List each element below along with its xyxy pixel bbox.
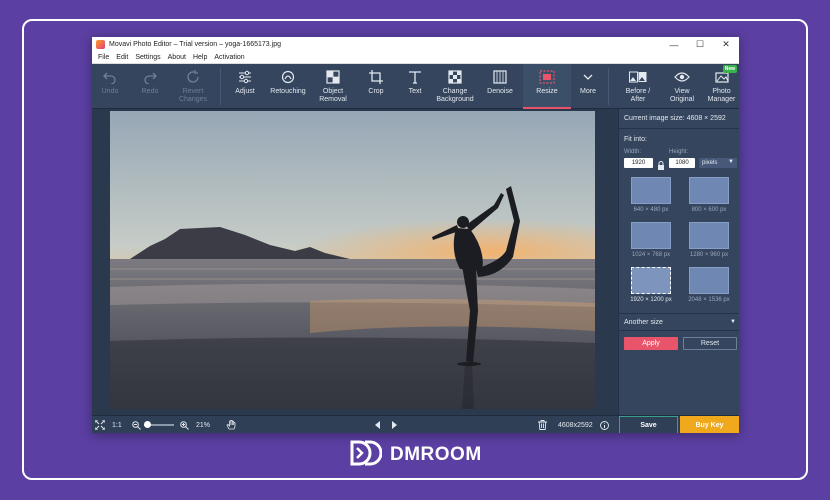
height-input[interactable]: 1080 [669, 158, 695, 168]
preset-thumbnail [689, 177, 729, 204]
redo-button[interactable]: Redo [132, 64, 168, 109]
revert-changes-button[interactable]: Revert Changes [172, 64, 214, 109]
preset-1024x768[interactable]: 1024 × 768 px [623, 222, 679, 262]
undo-button[interactable]: Undo [92, 64, 128, 109]
panel-divider [619, 313, 739, 314]
retouch-icon [279, 69, 297, 85]
before-after-button[interactable]: Before / After [618, 64, 658, 109]
denoise-tool[interactable]: Denoise [480, 64, 520, 109]
preset-thumbnail [631, 267, 671, 294]
new-badge: New [722, 65, 737, 73]
preset-thumbnail [689, 267, 729, 294]
zoom-in-icon[interactable] [180, 416, 189, 433]
brand-name: DMROOM [390, 444, 482, 465]
menu-help[interactable]: Help [193, 54, 207, 61]
unit-dropdown[interactable]: pixels ▼ [699, 158, 737, 168]
panel-divider [619, 330, 739, 331]
object-removal-tool[interactable]: Object Removal [312, 64, 354, 109]
current-image-size: Current image size: 4608 × 2592 [624, 115, 726, 122]
before-after-icon [629, 69, 647, 85]
unit-value: pixels [702, 160, 718, 166]
width-label: Width: [624, 149, 642, 155]
image-canvas[interactable] [92, 109, 618, 415]
preset-2048x1536[interactable]: 2048 × 1536 px [681, 267, 737, 307]
app-window: Movavi Photo Editor – Trial version – yo… [92, 37, 739, 433]
preset-1280x960[interactable]: 1280 × 960 px [681, 222, 737, 262]
actual-size-button[interactable]: 1:1 [112, 416, 122, 433]
toolbar-divider [608, 68, 609, 105]
menu-activation[interactable]: Activation [214, 54, 244, 61]
menu-file[interactable]: File [98, 54, 109, 61]
maximize-button[interactable]: ☐ [687, 37, 713, 52]
zoom-out-icon[interactable] [132, 416, 141, 433]
status-bar: 1:1 21% 4608x2592 Save Buy Key [92, 415, 739, 433]
photo-manager-button[interactable]: Photo Manager New [704, 64, 739, 109]
dropdown-arrow-icon: ▼ [728, 159, 734, 165]
previous-image-icon[interactable] [374, 416, 382, 433]
fit-into-label: Fit into: [624, 136, 647, 143]
height-label: Height: [669, 149, 689, 155]
toolbar: Undo Redo Revert Changes Adjust Retouchi… [92, 64, 739, 109]
save-button[interactable]: Save [619, 416, 678, 433]
another-size-toggle[interactable]: Another size [624, 319, 663, 326]
menu-about[interactable]: About [168, 54, 186, 61]
trash-icon[interactable] [538, 416, 547, 433]
chevron-down-icon[interactable]: ▼ [730, 319, 736, 325]
retouching-tool[interactable]: Retouching [268, 64, 308, 109]
width-input[interactable]: 1920 [624, 158, 653, 168]
lock-icon[interactable] [657, 158, 665, 170]
close-button[interactable]: ✕ [713, 37, 739, 52]
zoom-level: 21% [196, 421, 211, 429]
crop-tool[interactable]: Crop [358, 64, 394, 109]
undo-icon [101, 69, 119, 85]
title-bar: Movavi Photo Editor – Trial version – yo… [92, 37, 739, 52]
sliders-icon [236, 69, 254, 85]
menu-settings[interactable]: Settings [135, 54, 160, 61]
resize-tool[interactable]: Resize [523, 64, 571, 109]
apply-button[interactable]: Apply [624, 337, 678, 350]
dmroom-logo-icon [350, 440, 383, 471]
chevron-down-icon [579, 69, 597, 85]
resize-panel: Current image size: 4608 × 2592 Fit into… [618, 109, 739, 415]
app-logo-icon [96, 40, 105, 49]
denoise-icon [491, 69, 509, 85]
crop-icon [367, 69, 385, 85]
eye-icon [673, 69, 691, 85]
window-title: Movavi Photo Editor – Trial version – yo… [109, 41, 281, 48]
window-controls: — ☐ ✕ [661, 37, 739, 52]
preset-1920x1200[interactable]: 1920 × 1200 px [623, 267, 679, 307]
preset-800x600[interactable]: 800 × 600 px [681, 177, 737, 217]
background-icon [446, 69, 464, 85]
buy-key-button[interactable]: Buy Key [680, 416, 739, 433]
brand-logo: DMROOM [350, 440, 482, 471]
preset-thumbnail [689, 222, 729, 249]
revert-icon [184, 69, 202, 85]
panel-divider [619, 128, 739, 129]
reset-button[interactable]: Reset [683, 337, 737, 350]
adjust-tool[interactable]: Adjust [224, 64, 266, 109]
more-tools-button[interactable]: More [573, 64, 603, 109]
image-dimensions: 4608x2592 [558, 421, 593, 429]
change-background-tool[interactable]: Change Background [434, 64, 476, 109]
photo-preview [110, 111, 595, 409]
preset-thumbnail [631, 222, 671, 249]
menu-bar: File Edit Settings About Help Activation [92, 52, 739, 64]
preset-thumbnail [631, 177, 671, 204]
minimize-button[interactable]: — [661, 37, 687, 52]
menu-edit[interactable]: Edit [116, 54, 128, 61]
hand-tool-icon[interactable] [226, 416, 236, 433]
text-icon [406, 69, 424, 85]
info-icon[interactable] [600, 416, 609, 433]
redo-icon [141, 69, 159, 85]
resize-icon [538, 69, 556, 85]
text-tool[interactable]: Text [398, 64, 432, 109]
preset-640x480[interactable]: 640 × 480 px [623, 177, 679, 217]
fit-screen-icon[interactable] [95, 416, 105, 433]
zoom-slider-handle[interactable] [144, 421, 151, 428]
view-original-button[interactable]: View Original [662, 64, 702, 109]
toolbar-divider [220, 68, 221, 105]
next-image-icon[interactable] [390, 416, 398, 433]
object-removal-icon [324, 69, 342, 85]
